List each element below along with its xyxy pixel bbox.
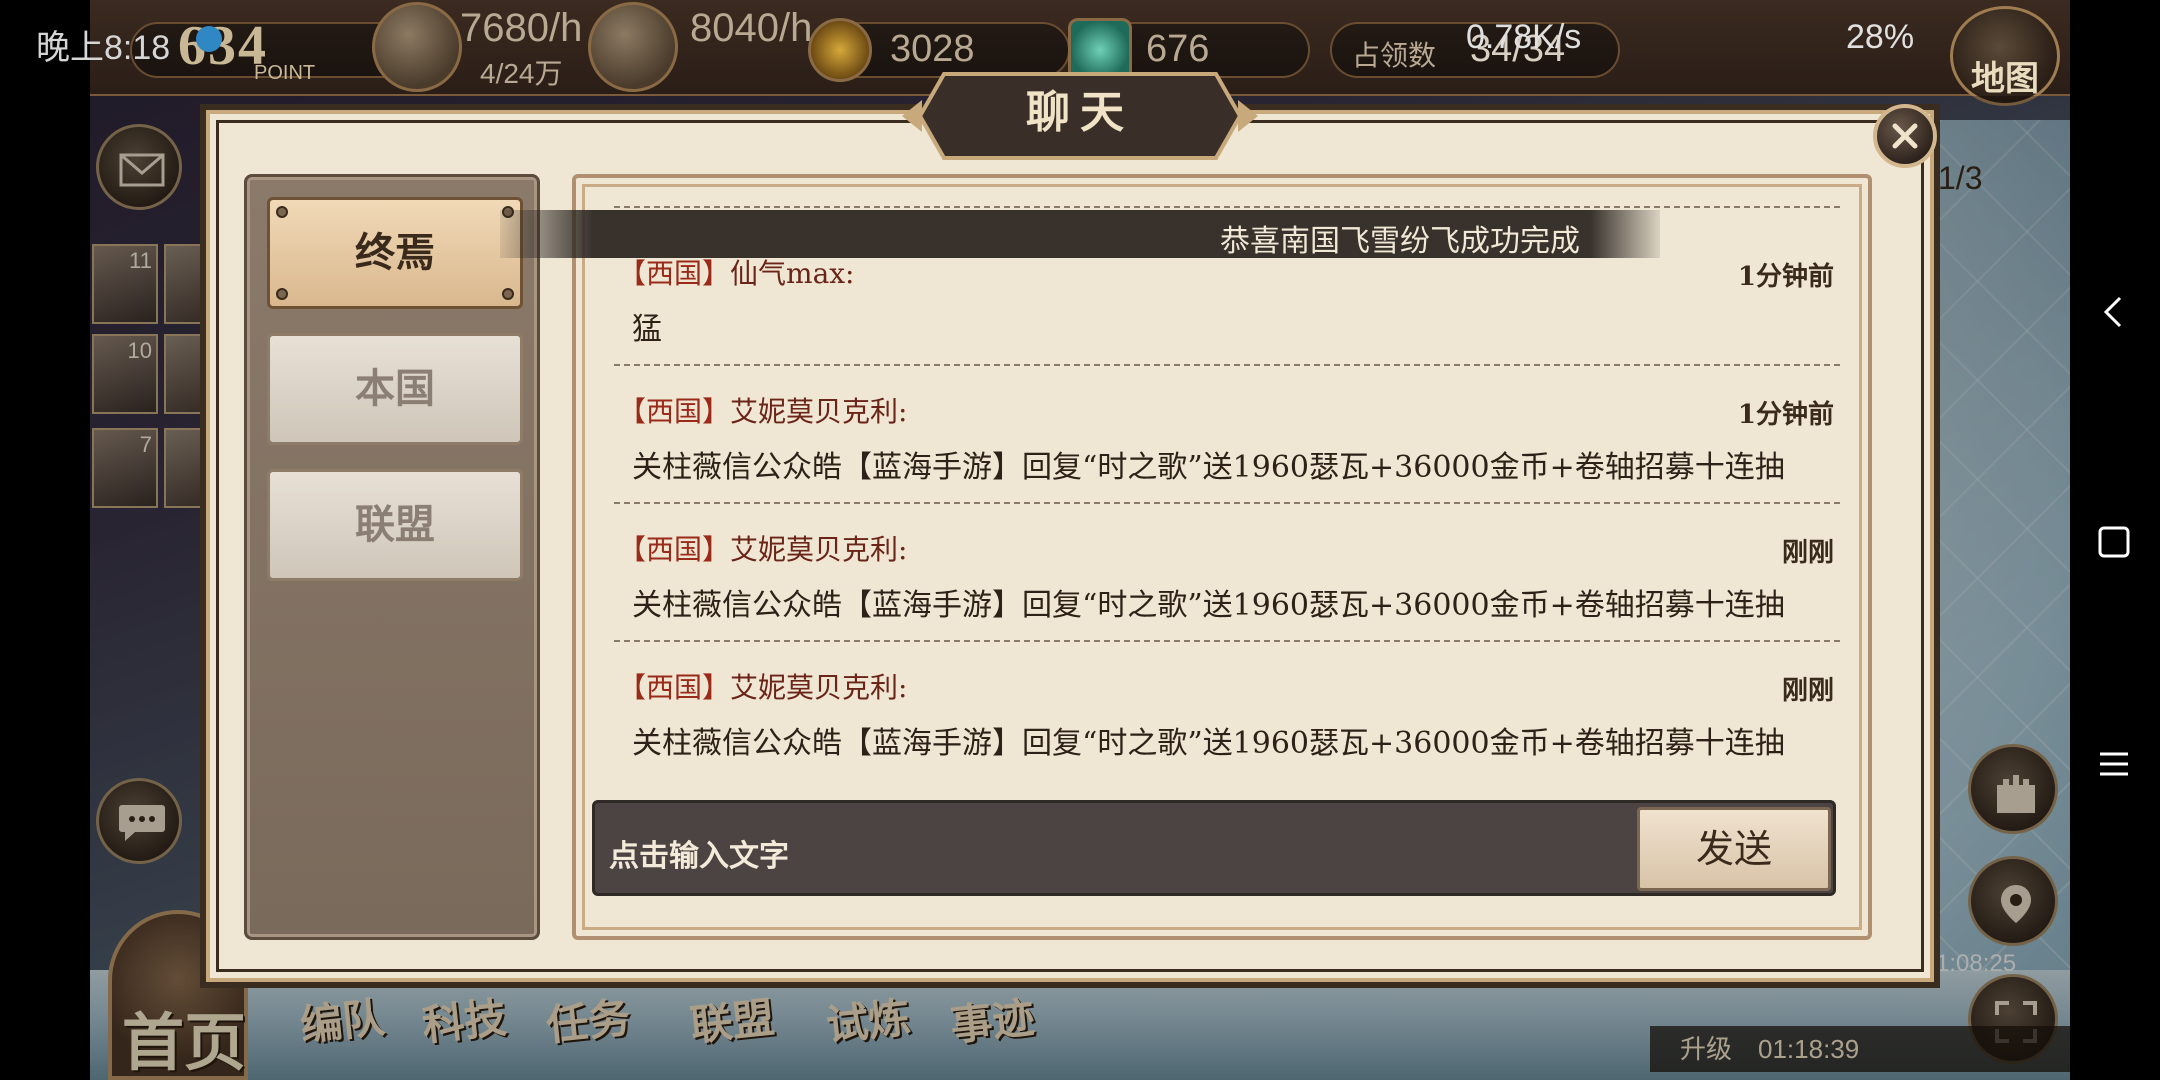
close-icon (1892, 123, 1918, 149)
rivet-icon (276, 206, 288, 218)
resource2-rate: 8040/h (690, 6, 813, 50)
sender-name[interactable]: 艾妮莫贝克利: (730, 671, 907, 704)
stone-resource-icon (588, 2, 678, 92)
announcement-banner: 恭喜南国飞雪纷飞成功完成 (500, 210, 1660, 259)
tab-nation[interactable]: 本国 (267, 333, 523, 445)
close-button[interactable] (1873, 104, 1937, 168)
message-divider (614, 640, 1840, 642)
tab-alliance[interactable]: 联盟 (267, 469, 523, 581)
chat-title: 聊天 (1026, 87, 1134, 138)
battery-level: 28% (1846, 18, 1915, 56)
resource1-total: 4/24万 (480, 58, 563, 89)
menu-icon[interactable] (2094, 744, 2134, 794)
list-item[interactable]: 【西国】艾妮莫贝克利: 刚刚 关柱薇信公众皓【蓝海手游】回复“时之歌”送1960… (614, 528, 1840, 666)
tab-label: 联盟 (355, 501, 435, 548)
home-square-icon[interactable] (2094, 522, 2134, 572)
message-divider (614, 364, 1840, 366)
sender-nation: 【西国】 (618, 533, 731, 566)
message-text: 关柱薇信公众皓【蓝海手游】回复“时之歌”送1960瑟瓦+36000金币+卷轴招募… (632, 726, 1785, 761)
message-sender: 【西国】仙气max: (618, 252, 855, 292)
notification-dot-icon (196, 26, 222, 52)
occupied-label: 占领数 (1352, 40, 1437, 71)
map-button[interactable]: 地图 (1950, 6, 2060, 106)
list-item[interactable]: 【西国】仙气max: 1分钟前 猛 (614, 252, 1840, 390)
system-time: 晚上8:18 (36, 29, 171, 67)
tab-label: 终焉 (355, 229, 435, 276)
list-item[interactable]: 【西国】艾妮莫贝克利: 刚刚 关柱薇信公众皓【蓝海手游】回复“时之歌”送1960… (614, 666, 1840, 764)
sender-name[interactable]: 仙气max: (730, 257, 854, 290)
chat-input[interactable] (607, 817, 1587, 881)
message-sender: 【西国】艾妮莫贝克利: (618, 666, 907, 706)
sender-name[interactable]: 艾妮莫贝克利: (730, 395, 907, 428)
gold-coin-icon (808, 18, 872, 82)
message-sender: 【西国】艾妮莫贝克利: (618, 390, 907, 430)
resource1-rate: 7680/h (460, 6, 583, 50)
chat-channel-tabs: 终焉 本国 联盟 (244, 174, 540, 940)
sender-nation: 【西国】 (618, 257, 731, 290)
tab-label: 本国 (355, 365, 435, 412)
gold-value: 3028 (890, 28, 975, 70)
send-button[interactable]: 发送 (1637, 807, 1831, 891)
android-navigation-bar (2070, 0, 2160, 1080)
chat-input-bar: 点击输入文字 发送 (592, 800, 1836, 896)
gem-value: 676 (1146, 28, 1210, 70)
message-text: 关柱薇信公众皓【蓝海手游】回复“时之歌”送1960瑟瓦+36000金币+卷轴招募… (632, 450, 1785, 485)
message-time: 1分钟前 (1737, 400, 1834, 430)
message-text: 猛 (632, 312, 662, 347)
message-divider (614, 502, 1840, 504)
sender-nation: 【西国】 (618, 671, 731, 704)
back-icon[interactable] (2094, 292, 2134, 342)
tab-world[interactable]: 终焉 (267, 197, 523, 309)
message-text: 关柱薇信公众皓【蓝海手游】回复“时之歌”送1960瑟瓦+36000金币+卷轴招募… (632, 588, 1785, 623)
rivet-icon (502, 288, 514, 300)
announcement-text: 恭喜南国飞雪纷飞成功完成 (1220, 224, 1580, 259)
network-speed: 0.78K/s (1466, 18, 1582, 56)
message-list[interactable]: 【西国】仙气max: 1分钟前 猛 【西国】艾妮莫贝克利: 1分钟前 关柱薇信公… (614, 188, 1840, 764)
flower-resource-icon (372, 2, 462, 92)
sender-name[interactable]: 艾妮莫贝克利: (730, 533, 907, 566)
message-time: 1分钟前 (1737, 262, 1834, 292)
rivet-icon (276, 288, 288, 300)
points-label: POINT (254, 62, 316, 84)
sender-nation: 【西国】 (618, 395, 731, 428)
message-time: 刚刚 (1781, 538, 1834, 568)
list-item[interactable]: 【西国】艾妮莫贝克利: 1分钟前 关柱薇信公众皓【蓝海手游】回复“时之歌”送19… (614, 390, 1840, 528)
message-time: 刚刚 (1781, 676, 1834, 706)
message-sender: 【西国】艾妮莫贝克利: (618, 528, 907, 568)
